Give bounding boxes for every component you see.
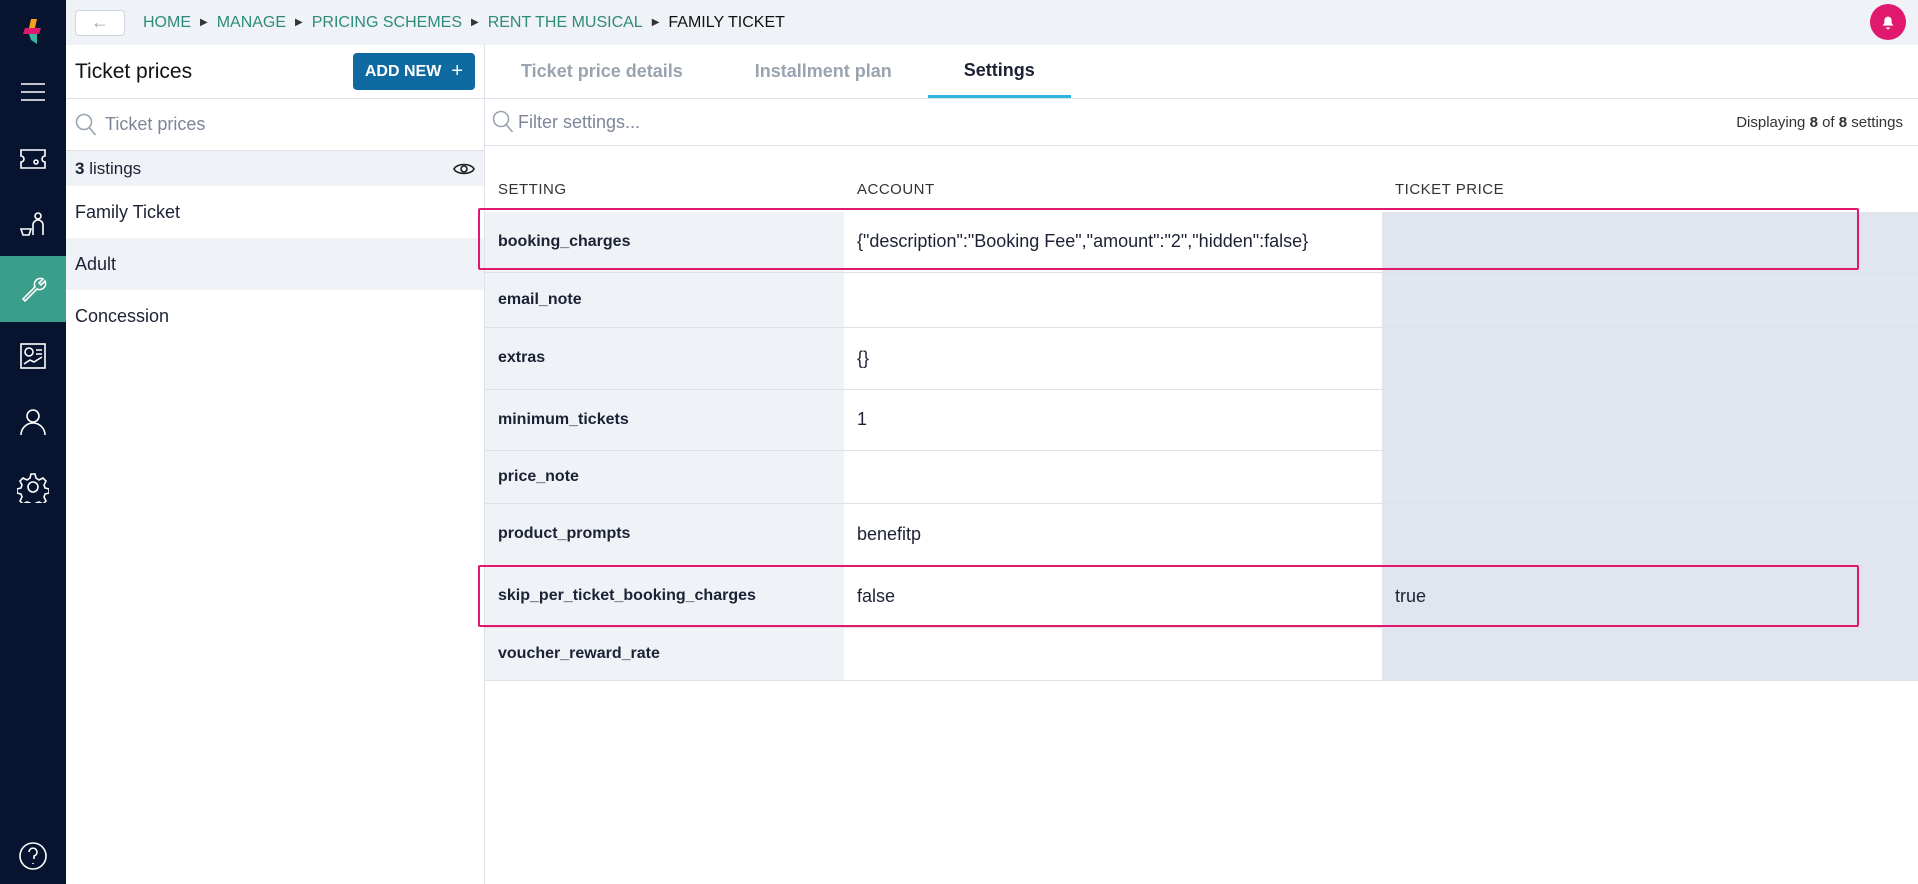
sidebar — [0, 0, 66, 884]
cell-ticket-price[interactable] — [1382, 503, 1918, 566]
display-total: 8 — [1838, 113, 1848, 131]
column-header-ticket-price: TICKET PRICE — [1395, 181, 1505, 198]
display-prefix: Displaying — [1736, 113, 1806, 131]
breadcrumb: HOME ▶ MANAGE ▶ PRICING SCHEMES ▶ RENT THE … — [143, 14, 785, 32]
cell-setting[interactable]: price_note — [485, 450, 844, 504]
plus-icon: + — [451, 60, 463, 82]
tab-settings[interactable]: Settings — [927, 45, 1071, 98]
user-icon[interactable] — [0, 396, 66, 448]
help-icon[interactable] — [0, 830, 66, 882]
panel-title: Ticket prices — [75, 59, 193, 83]
cell-setting[interactable]: email_note — [485, 272, 844, 328]
breadcrumb-pricing-schemes[interactable]: PRICING SCHEMES — [312, 14, 462, 32]
search-icon — [492, 110, 514, 133]
filter-placeholder: Filter settings... — [518, 111, 641, 132]
cell-setting[interactable]: product_prompts — [485, 503, 844, 566]
cell-account[interactable] — [844, 627, 1382, 681]
chevron-right-icon: ▶ — [295, 17, 303, 28]
main-panel: Ticket price details Installment plan Se… — [478, 45, 1918, 884]
ticket-icon[interactable] — [0, 133, 66, 185]
chevron-right-icon: ▶ — [471, 17, 479, 28]
display-suffix: settings — [1851, 113, 1903, 131]
display-of: of — [1822, 113, 1835, 131]
customer-basket-icon[interactable] — [0, 199, 66, 251]
table-row[interactable]: price_note — [485, 450, 1918, 504]
breadcrumb-manage[interactable]: MANAGE — [217, 14, 286, 32]
back-button[interactable]: ← — [75, 9, 125, 36]
cell-ticket-price[interactable] — [1382, 450, 1918, 504]
list-item-adult[interactable]: Adult — [66, 238, 484, 290]
breadcrumb-home[interactable]: HOME — [143, 14, 191, 32]
column-header-setting: SETTING — [498, 181, 567, 198]
table-row[interactable]: voucher_reward_rate — [485, 627, 1918, 681]
cell-account[interactable] — [844, 272, 1382, 328]
tab-installment-plan[interactable]: Installment plan — [719, 45, 928, 98]
highlight-box — [478, 565, 1859, 627]
filter-bar: Filter settings... Displaying 8 of 8 set… — [485, 99, 1918, 146]
search-icon — [75, 113, 97, 136]
table-row[interactable]: email_note — [485, 272, 1918, 328]
filter-settings-input[interactable]: Filter settings... — [492, 110, 640, 134]
table-row[interactable]: minimum_tickets 1 — [485, 389, 1918, 451]
top-bar: ← HOME ▶ MANAGE ▶ PRICING SCHEMES ▶ RENT TH… — [66, 0, 1918, 45]
cell-account[interactable] — [844, 450, 1382, 504]
breadcrumb-current: FAMILY TICKET — [668, 13, 785, 31]
ticket-prices-search[interactable]: Ticket prices — [66, 99, 484, 151]
table-row[interactable]: product_prompts benefitp — [485, 503, 1918, 566]
notifications-bell-icon[interactable] — [1870, 4, 1906, 40]
highlight-box — [478, 208, 1859, 270]
listings-label: listings — [89, 158, 142, 178]
cell-ticket-price[interactable] — [1382, 272, 1918, 328]
cell-setting[interactable]: voucher_reward_rate — [485, 627, 844, 681]
chevron-right-icon: ▶ — [651, 17, 660, 28]
display-shown: 8 — [1809, 113, 1818, 131]
add-new-button[interactable]: ADD NEW + — [352, 53, 475, 90]
ticket-prices-panel: Ticket prices ADD NEW + Ticket prices 3 l… — [66, 45, 485, 884]
menu-icon[interactable] — [0, 66, 66, 118]
list-item-family-ticket[interactable]: Family Ticket — [66, 186, 484, 238]
search-placeholder: Ticket prices — [105, 114, 206, 134]
logo-icon[interactable] — [0, 6, 66, 58]
list-item-concession[interactable]: Concession — [66, 290, 484, 342]
cell-account[interactable]: 1 — [844, 389, 1382, 451]
column-header-account: ACCOUNT — [857, 181, 935, 198]
breadcrumb-rent-the-musical[interactable]: RENT THE MUSICAL — [488, 14, 643, 32]
add-new-label: ADD NEW — [364, 62, 442, 80]
cell-account[interactable]: benefitp — [844, 503, 1382, 566]
cell-setting[interactable]: minimum_tickets — [485, 389, 844, 451]
gear-icon[interactable] — [0, 461, 66, 513]
cell-ticket-price[interactable] — [1382, 327, 1918, 390]
display-count: Displaying 8 of 8 settings — [1736, 114, 1903, 131]
cell-ticket-price[interactable] — [1382, 389, 1918, 451]
report-icon[interactable] — [0, 330, 66, 382]
tab-ticket-price-details[interactable]: Ticket price details — [485, 45, 719, 98]
listings-count: 3 — [75, 158, 85, 178]
table-row[interactable]: extras{} — [485, 327, 1918, 390]
cell-ticket-price[interactable] — [1382, 627, 1918, 681]
eye-icon[interactable] — [453, 161, 475, 177]
cell-setting[interactable]: extras — [485, 327, 844, 390]
listings-count-bar: 3 listings — [66, 151, 484, 186]
cell-account[interactable]: {} — [844, 327, 1382, 390]
chevron-right-icon: ▶ — [200, 17, 208, 28]
tabs: Ticket price details Installment plan Se… — [485, 45, 1918, 99]
wrench-icon[interactable] — [0, 256, 66, 322]
